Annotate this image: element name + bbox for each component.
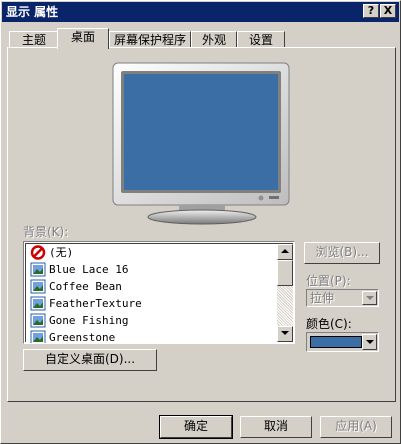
list-item[interactable]: Greenstone <box>28 329 278 344</box>
customize-desktop-label: 自定义桌面(D)... <box>44 352 136 366</box>
scroll-down-button[interactable] <box>277 326 293 342</box>
title-bar[interactable]: 显示 属性 ? X <box>2 2 399 22</box>
color-picker[interactable] <box>306 332 379 352</box>
scroll-thumb[interactable] <box>277 260 293 286</box>
chevron-down-icon <box>281 331 289 335</box>
scroll-up-button[interactable] <box>277 244 293 260</box>
image-file-icon <box>30 296 46 311</box>
list-item[interactable]: FeatherTexture <box>28 295 278 312</box>
list-item-label: Coffee Bean <box>49 280 122 293</box>
close-icon: X <box>383 4 393 17</box>
tab-desktop[interactable]: 桌面 <box>57 28 109 49</box>
position-dropdown-button[interactable] <box>362 291 377 305</box>
image-file-icon <box>30 279 46 294</box>
list-item[interactable]: Coffee Bean <box>28 278 278 295</box>
image-file-icon <box>30 262 46 277</box>
tab-label: 桌面 <box>70 30 95 44</box>
list-item-label: Gone Fishing <box>49 314 129 327</box>
close-button[interactable]: X <box>380 4 396 18</box>
list-item-label: Greenstone <box>49 331 116 344</box>
position-label: 位置(P): <box>306 274 351 288</box>
list-item[interactable]: Blue Lace 16 <box>28 261 278 278</box>
list-item[interactable]: Gone Fishing <box>28 312 278 329</box>
list-scrollbar[interactable] <box>277 244 293 342</box>
browse-button[interactable]: 浏览(B)... <box>304 242 380 264</box>
tab-label: 外观 <box>201 33 226 47</box>
image-file-icon <box>30 330 46 343</box>
monitor-preview <box>112 62 290 225</box>
chevron-down-icon <box>366 296 374 300</box>
apply-button[interactable]: 应用(A) <box>320 416 392 438</box>
background-list-inner: (无) Blue Lace 16 Coffee Bean FeatherText… <box>25 243 293 344</box>
tab-label: 设置 <box>248 33 273 47</box>
position-select[interactable]: 拉伸 <box>306 289 379 307</box>
ok-button[interactable]: 确定 <box>159 415 233 439</box>
tab-label: 屏幕保护程序 <box>113 33 186 47</box>
list-item-label: (无) <box>49 246 74 259</box>
customize-desktop-button[interactable]: 自定义桌面(D)... <box>23 349 157 371</box>
cancel-button-label: 取消 <box>263 419 288 433</box>
none-icon <box>30 245 46 260</box>
list-item-label: Blue Lace 16 <box>49 263 129 276</box>
background-label: 背景(K): <box>23 225 69 239</box>
color-label: 颜色(C): <box>306 317 352 331</box>
browse-button-label: 浏览(B)... <box>315 245 369 259</box>
ok-button-label: 确定 <box>183 419 208 433</box>
position-value: 拉伸 <box>310 291 335 305</box>
apply-button-label: 应用(A) <box>335 419 377 433</box>
image-file-icon <box>30 313 46 328</box>
window-title: 显示 属性 <box>6 5 59 19</box>
monitor-screen <box>124 74 278 190</box>
display-properties-window: 显示 属性 ? X 主题 桌面 屏幕保护程序 外观 设置 背景(K): (无) … <box>0 0 401 444</box>
chevron-up-icon <box>281 249 289 253</box>
cancel-button[interactable]: 取消 <box>240 416 312 438</box>
list-item[interactable]: (无) <box>28 244 278 261</box>
background-list[interactable]: (无) Blue Lace 16 Coffee Bean FeatherText… <box>23 241 295 344</box>
list-item-label: FeatherTexture <box>49 297 142 310</box>
help-button[interactable]: ? <box>363 4 379 18</box>
help-icon: ? <box>367 4 375 17</box>
color-dropdown-button[interactable] <box>362 334 377 350</box>
color-swatch <box>310 336 362 348</box>
tab-label: 主题 <box>21 33 46 47</box>
chevron-down-icon <box>366 340 374 344</box>
